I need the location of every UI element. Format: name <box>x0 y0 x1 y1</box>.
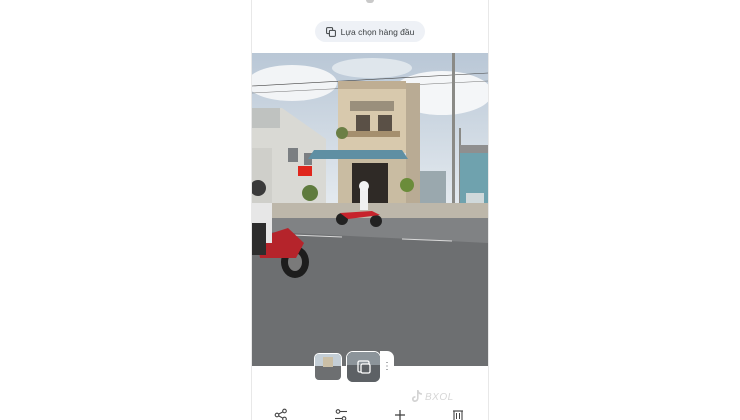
top-picks-label: Lựa chọn hàng đầu <box>340 26 415 37</box>
edit-sliders-icon[interactable] <box>334 408 348 420</box>
share-icon[interactable] <box>274 408 288 420</box>
add-icon[interactable] <box>393 408 407 420</box>
more-label: ⋮ <box>382 360 392 372</box>
watermark-text: BXOL <box>425 391 454 403</box>
top-picks-chip[interactable]: Lựa chọn hàng đầu <box>315 21 425 42</box>
delete-icon[interactable] <box>451 408 465 420</box>
phone-screen: Lựa chọn hàng đầu ⋮ BXOL <box>251 0 489 420</box>
thumbnail-strip: ⋮ <box>314 351 394 383</box>
watermark: BXOL <box>412 389 454 405</box>
tiktok-icon <box>412 389 422 405</box>
thumbnail-photo-selected[interactable] <box>346 351 381 383</box>
copy-stack-icon <box>325 26 336 37</box>
more-vert-icon[interactable]: ⋮ <box>380 351 394 381</box>
top-handle <box>366 0 374 3</box>
thumbnail-photo[interactable] <box>314 353 342 381</box>
bottom-action-bar <box>252 404 488 420</box>
main-photo[interactable] <box>252 53 488 366</box>
